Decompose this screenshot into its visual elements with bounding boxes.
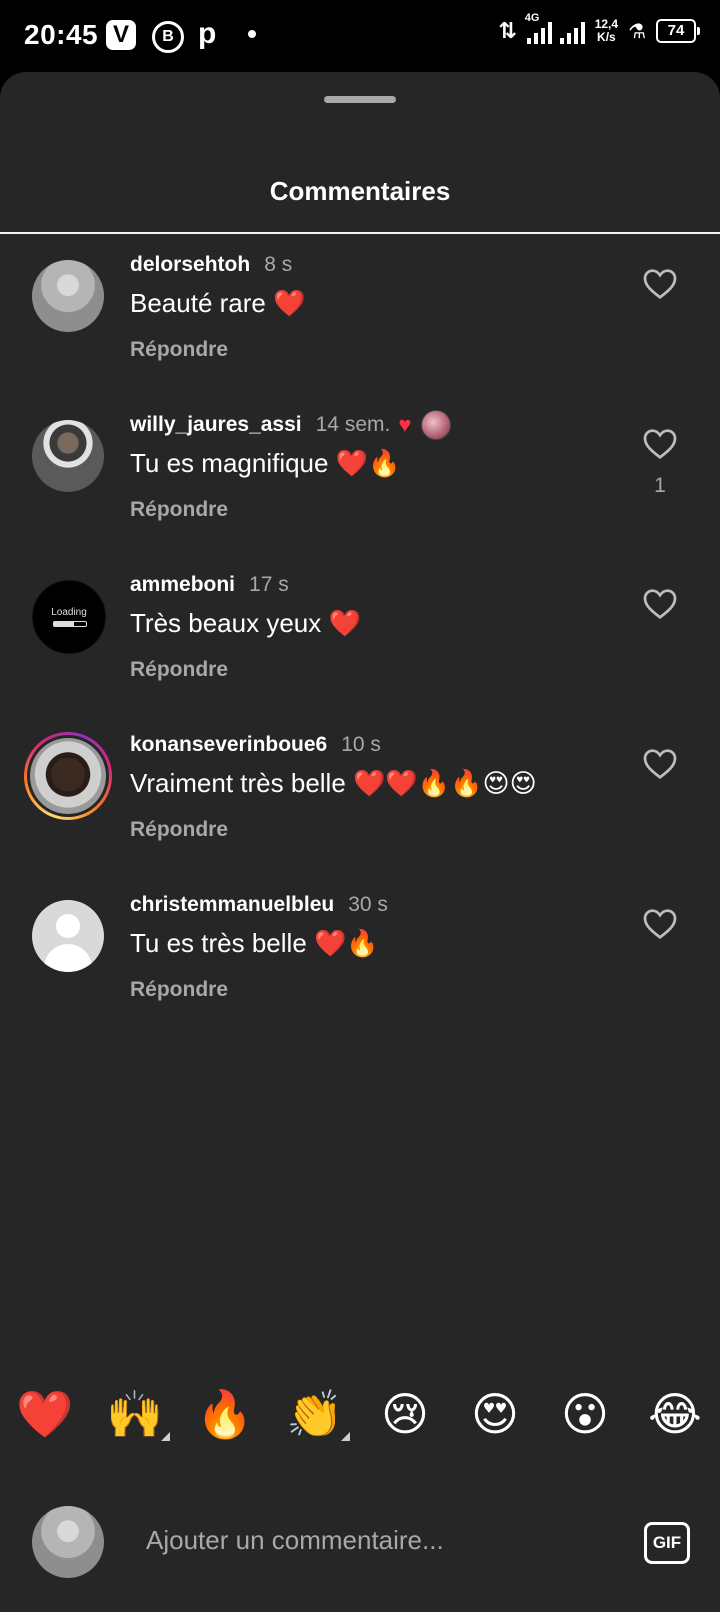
network-speed: 12,4 K/s xyxy=(595,18,618,44)
comment-username[interactable]: christemmanuelbleu xyxy=(130,893,334,917)
reply-button[interactable]: Répondre xyxy=(130,658,228,682)
emoji-raising-hands[interactable]: 🙌 xyxy=(103,1382,167,1446)
avatar xyxy=(30,738,106,814)
comment-item: Loading ammeboni 17 s Très beaux yeux ❤️… xyxy=(0,570,720,710)
comment-username[interactable]: ammeboni xyxy=(130,573,235,597)
comment-text: Vraiment très belle ❤️❤️🔥🔥😍😍 xyxy=(130,768,537,798)
status-time: 20:45 xyxy=(24,19,99,50)
comment-text: Tu es magnifique ❤️🔥 xyxy=(130,448,401,478)
drag-handle[interactable] xyxy=(324,96,396,103)
liked-by-author-heart-icon: ♥ xyxy=(398,412,412,437)
skin-tone-indicator-icon xyxy=(161,1432,170,1441)
comment-text: Tu es très belle ❤️🔥 xyxy=(130,928,379,958)
emoji-laughing[interactable]: 😂 xyxy=(643,1382,707,1446)
data-transfer-icon: ⇅ xyxy=(498,18,517,43)
skin-tone-indicator-icon xyxy=(341,1432,350,1441)
loading-bar xyxy=(53,621,87,627)
emoji-heart-eyes[interactable]: 😍 xyxy=(463,1382,527,1446)
speed-unit: K/s xyxy=(597,30,616,44)
reply-button[interactable]: Répondre xyxy=(130,338,228,362)
liked-by-author-avatar xyxy=(421,410,452,440)
signal-icon: 4G xyxy=(525,12,585,44)
vpn-app-icon: V xyxy=(106,20,136,50)
heart-icon[interactable] xyxy=(642,586,678,620)
comment-input[interactable] xyxy=(144,1524,608,1557)
avatar-loading-text: Loading xyxy=(51,607,87,618)
network-type: 4G xyxy=(524,12,540,24)
avatar[interactable] xyxy=(32,260,104,332)
reply-button[interactable]: Répondre xyxy=(130,498,228,522)
gif-button[interactable]: GIF xyxy=(644,1522,690,1564)
avatar[interactable]: Loading xyxy=(32,580,106,654)
sheet-title: Commentaires xyxy=(269,176,451,206)
reply-button[interactable]: Répondre xyxy=(130,818,228,842)
default-avatar[interactable] xyxy=(32,900,104,972)
comment-time: 10 s xyxy=(341,733,381,756)
title-divider xyxy=(0,232,720,234)
heart-icon[interactable] xyxy=(642,266,678,300)
reply-button[interactable]: Répondre xyxy=(130,978,228,1002)
emoji-fire[interactable]: 🔥 xyxy=(193,1382,257,1446)
emoji-crying[interactable]: 😢 xyxy=(373,1382,437,1446)
comment-username[interactable]: delorsehtoh xyxy=(130,253,250,277)
comment-item: willy_jaures_assi 14 sem. ♥ Tu es magnif… xyxy=(0,410,720,550)
comment-time: 8 s xyxy=(264,253,293,276)
battery-icon: 74 xyxy=(656,19,700,43)
story-ring-avatar[interactable] xyxy=(24,732,112,820)
p-app-icon: p xyxy=(198,17,217,50)
comment-item: christemmanuelbleu 30 s Tu es très belle… xyxy=(0,890,720,1030)
current-user-avatar xyxy=(32,1506,104,1578)
avatar[interactable] xyxy=(32,420,104,492)
comment-time: 30 s xyxy=(348,893,388,916)
notification-dot-icon xyxy=(248,30,256,38)
comment-composer: GIF xyxy=(0,1490,720,1590)
heart-icon[interactable] xyxy=(642,906,678,940)
comments-sheet: Commentaires delorsehtoh 8 s Beauté rare… xyxy=(0,72,720,1612)
emoji-heart[interactable]: ❤️ xyxy=(13,1382,77,1446)
emoji-surprised[interactable]: 😮 xyxy=(553,1382,617,1446)
comment-item: delorsehtoh 8 s Beauté rare ❤️ Répondre xyxy=(0,250,720,390)
like-count[interactable]: 1 xyxy=(640,474,680,498)
heart-icon[interactable] xyxy=(642,426,678,460)
emoji-quick-bar: ❤️ 🙌 🔥 👏 😢 😍 😮 😂 xyxy=(0,1382,720,1462)
comment-username[interactable]: konanseverinboue6 xyxy=(130,733,327,757)
heart-icon[interactable] xyxy=(642,746,678,780)
comment-text: Beauté rare ❤️ xyxy=(130,288,306,318)
flask-icon: ⚗ xyxy=(628,20,646,43)
status-bar: 20:45 V B p ⇅ 4G 12,4 K/s ⚗ 74 xyxy=(0,0,720,72)
comment-username[interactable]: willy_jaures_assi xyxy=(130,413,302,437)
comment-time: 14 sem. xyxy=(315,413,391,436)
comment-item: konanseverinboue6 10 s Vraiment très bel… xyxy=(0,730,720,870)
emoji-clapping-hands[interactable]: 👏 xyxy=(283,1382,347,1446)
business-app-icon: B xyxy=(152,21,184,53)
comment-text: Très beaux yeux ❤️ xyxy=(130,608,361,638)
comment-time: 17 s xyxy=(249,573,289,596)
